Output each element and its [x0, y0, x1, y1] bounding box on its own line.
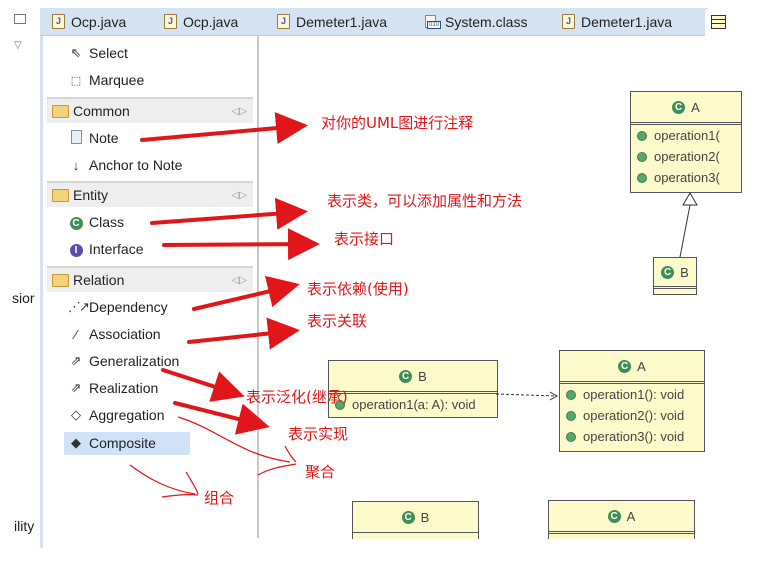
annotation-interface: 表示接口	[334, 230, 395, 248]
hand-drawn-arrowhead-aggregation	[257, 445, 297, 476]
annotation-composite: 组合	[204, 489, 235, 507]
hand-drawn-line-aggregation	[177, 416, 291, 463]
annotation-association: 表示关联	[307, 312, 368, 330]
annotation-aggregation: 聚合	[305, 463, 336, 481]
red-arrow-dependency	[192, 275, 300, 311]
hollow-triangle-arrowhead	[682, 192, 698, 206]
annotation-dependency: 表示依赖(使用)	[307, 280, 409, 298]
annotation-realization: 表示实现	[288, 425, 349, 443]
dependency-connector	[495, 393, 557, 397]
red-arrow-class	[150, 197, 308, 230]
red-arrow-association	[187, 317, 300, 350]
red-arrow-note	[140, 112, 308, 145]
generalization-connector	[679, 204, 691, 258]
red-arrow-interface	[162, 228, 320, 261]
annotation-class: 表示类，可以添加属性和方法	[327, 192, 523, 210]
annotation-note: 对你的UML图进行注释	[321, 114, 474, 132]
hand-drawn-line-composite	[129, 464, 196, 495]
annotation-generalization: 表示泛化(继承)	[246, 388, 348, 406]
red-arrow-generalization	[161, 368, 245, 402]
